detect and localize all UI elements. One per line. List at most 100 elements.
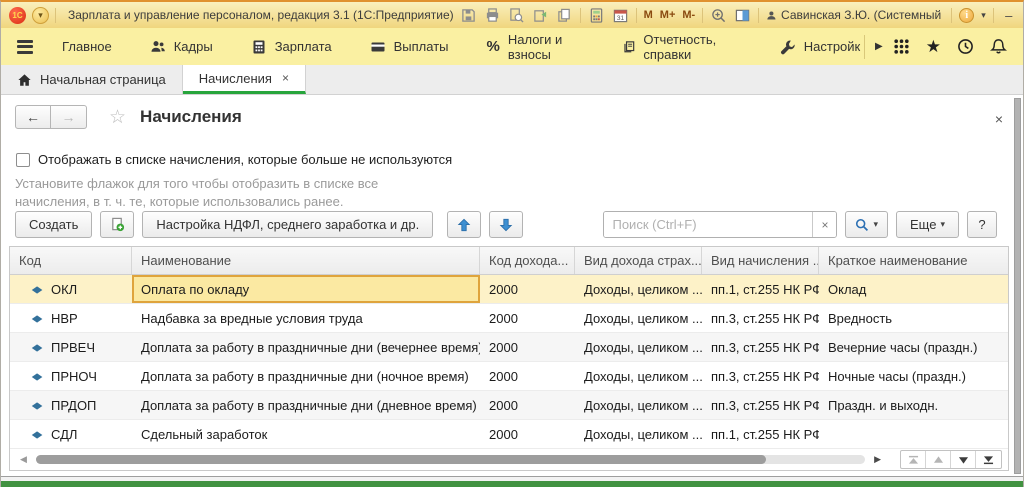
create-button[interactable]: Создать	[15, 211, 92, 238]
menu-item-salary[interactable]: Зарплата	[234, 28, 349, 65]
divider	[993, 8, 994, 23]
help-button[interactable]: ?	[967, 211, 997, 238]
row-down-button[interactable]	[951, 451, 976, 468]
hamburger-menu-icon[interactable]	[17, 40, 33, 54]
table-row[interactable]: ◆ПРВЕЧ Доплата за работу в праздничные д…	[10, 333, 1008, 362]
show-unused-checkbox[interactable]	[16, 153, 30, 167]
divider	[636, 8, 637, 23]
titlebar-tools: 31 M M+ M- Савинская З.Ю. (Системный про…	[460, 7, 1024, 23]
search-clear-button[interactable]: ×	[812, 212, 836, 237]
divider	[951, 8, 952, 23]
memory-m-button[interactable]: M	[644, 9, 653, 21]
card-icon	[370, 39, 386, 55]
hint-text-line2: начисления, в т. ч. те, которые использо…	[15, 194, 344, 209]
move-down-button[interactable]	[489, 211, 523, 238]
list-toolbar: Создать Настройка НДФЛ, среднего заработ…	[15, 211, 997, 238]
more-button[interactable]: Еще ▾	[896, 211, 959, 238]
favorites-star-icon[interactable]: ★	[926, 38, 941, 55]
divider	[758, 8, 759, 23]
table-row[interactable]: ◆ОКЛ Оплата по окладу 2000 Доходы, целик…	[10, 275, 1008, 304]
close-form-button[interactable]: ×	[995, 111, 1003, 127]
info-caret-icon[interactable]: ▾	[981, 10, 986, 21]
print-preview-icon[interactable]	[508, 7, 525, 23]
show-unused-row: Отображать в списке начисления, которые …	[16, 152, 452, 167]
user-icon	[766, 9, 777, 22]
split-view-icon[interactable]	[734, 7, 751, 23]
calendar-icon[interactable]: 31	[612, 7, 629, 23]
go-last-button[interactable]	[976, 451, 1001, 468]
zoom-icon[interactable]	[710, 7, 727, 23]
current-user[interactable]: Савинская З.Ю. (Системный прог...	[766, 8, 944, 22]
menu-item-reports[interactable]: Отчетность, справки	[606, 28, 759, 65]
horizontal-scrollbar[interactable]	[36, 455, 865, 464]
col-header-code[interactable]: Код	[10, 247, 132, 274]
table-row[interactable]: ◆ПРНОЧ Доплата за работу в праздничные д…	[10, 362, 1008, 391]
divider	[702, 8, 703, 23]
minimize-button[interactable]: –	[1001, 8, 1017, 23]
search-options-button[interactable]: ▾	[845, 211, 888, 238]
ndfl-settings-button[interactable]: Настройка НДФЛ, среднего заработка и др.	[142, 211, 433, 238]
table-row[interactable]: ◆НВР Надбавка за вредные условия труда 2…	[10, 304, 1008, 333]
window-title: Зарплата и управление персоналом, редакц…	[68, 8, 454, 22]
col-header-insurance[interactable]: Вид дохода страх...	[575, 247, 702, 274]
selected-cell[interactable]: Оплата по окладу	[132, 275, 480, 303]
menu-item-payments[interactable]: Выплаты	[353, 28, 466, 65]
search-input[interactable]	[604, 212, 812, 237]
item-diamond-icon: ◆	[32, 400, 43, 409]
arrow-up-icon	[457, 218, 471, 232]
add-to-favorites-star-icon[interactable]: ☆	[109, 106, 126, 129]
print-icon[interactable]	[484, 7, 501, 23]
tab-accruals[interactable]: Начисления ×	[183, 65, 306, 94]
percent-icon: %	[487, 38, 500, 55]
create-by-copy-button[interactable]	[100, 211, 134, 238]
notifications-bell-icon[interactable]	[990, 38, 1007, 55]
history-icon[interactable]	[957, 38, 974, 55]
sections-panel: Главное Кадры Зарплата Выплаты % Налоги …	[1, 28, 1023, 65]
menu-item-staff[interactable]: Кадры	[133, 28, 230, 65]
col-header-short-name[interactable]: Краткое наименование	[819, 247, 1008, 274]
col-header-name[interactable]: Наименование	[132, 247, 480, 274]
scrollbar-thumb[interactable]	[36, 455, 766, 464]
system-menu-button[interactable]: ▾	[32, 7, 49, 24]
form-vertical-scrollbar[interactable]	[1014, 98, 1021, 474]
hint-text-line1: Установите флажок для того чтобы отобраз…	[15, 176, 378, 191]
calculator-icon	[251, 39, 267, 55]
caret-down-icon: ▾	[873, 219, 878, 230]
table-row[interactable]: ◆ПРДОП Доплата за работу в праздничные д…	[10, 391, 1008, 420]
menu-overflow-arrow[interactable]: ▶	[869, 41, 889, 52]
all-functions-grid-icon[interactable]	[893, 38, 910, 55]
tab-home[interactable]: Начальная страница	[1, 65, 183, 94]
report-icon	[623, 39, 636, 55]
menu-item-taxes[interactable]: % Налоги и взносы	[470, 28, 602, 65]
save-icon[interactable]	[460, 7, 477, 23]
row-up-button[interactable]	[926, 451, 951, 468]
bottom-green-strip	[1, 481, 1023, 487]
home-icon	[17, 73, 32, 87]
go-first-button[interactable]	[901, 451, 926, 468]
back-button[interactable]: ←	[15, 105, 51, 129]
doc-copy-icon[interactable]	[556, 7, 573, 23]
menu-item-main[interactable]: Главное	[45, 28, 129, 65]
scroll-left-icon[interactable]: ◀	[20, 454, 27, 465]
menu-item-settings[interactable]: Настройк	[763, 28, 860, 65]
info-icon[interactable]: i	[959, 8, 974, 23]
nav-row: ← → ☆ Начисления	[15, 105, 242, 129]
page-title: Начисления	[140, 107, 242, 127]
move-up-button[interactable]	[447, 211, 481, 238]
open-windows-tabs: Начальная страница Начисления ×	[1, 65, 1023, 95]
app-window: 1С ▾ Зарплата и управление персоналом, р…	[0, 0, 1024, 487]
item-diamond-icon: ◆	[32, 371, 43, 380]
memory-m-plus-button[interactable]: M+	[660, 9, 676, 21]
divider	[580, 8, 581, 23]
tab-close-icon[interactable]: ×	[282, 71, 289, 85]
calculator-icon[interactable]	[588, 7, 605, 23]
memory-m-minus-button[interactable]: M-	[682, 9, 695, 21]
doc-send-icon[interactable]	[532, 7, 549, 23]
col-header-income-code[interactable]: Код дохода...	[480, 247, 575, 274]
scroll-right-icon[interactable]: ▶	[874, 454, 881, 465]
table-row[interactable]: ◆СДЛ Сдельный заработок 2000 Доходы, цел…	[10, 420, 1008, 449]
forward-button[interactable]: →	[51, 105, 87, 129]
search-area: × ▾ Еще ▾ ?	[603, 211, 997, 238]
col-header-accrual-type[interactable]: Вид начисления ...	[702, 247, 819, 274]
accruals-table: Код Наименование Код дохода... Вид доход…	[9, 246, 1009, 471]
